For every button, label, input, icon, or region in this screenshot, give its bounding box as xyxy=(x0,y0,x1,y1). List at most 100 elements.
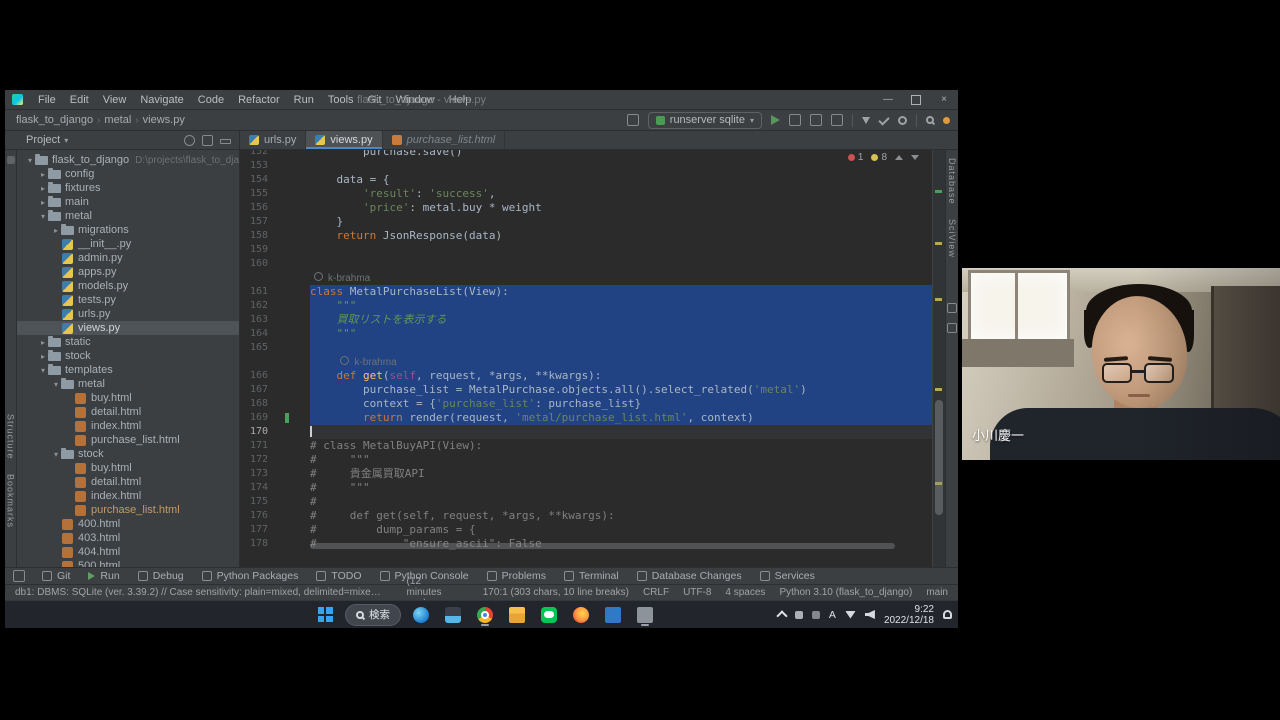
menu-tools[interactable]: Tools xyxy=(321,94,361,106)
tool-problems[interactable]: Problems xyxy=(478,568,555,584)
tree-item-admin.py[interactable]: admin.py xyxy=(17,251,239,265)
volume-icon[interactable] xyxy=(865,610,875,619)
code-line[interactable]: 161class MetalPurchaseList(View): xyxy=(240,285,945,299)
tree-item-403.html[interactable]: 403.html xyxy=(17,531,239,545)
tray-app-icon[interactable] xyxy=(812,611,820,619)
git-history-button[interactable] xyxy=(898,116,907,125)
tree-chevron-icon[interactable]: ▾ xyxy=(51,380,61,389)
tool-todo[interactable]: TODO xyxy=(307,568,370,584)
code-line[interactable]: 158 return JsonResponse(data) xyxy=(240,229,945,243)
tree-item-purchase_list.html[interactable]: purchase_list.html xyxy=(17,433,239,447)
tree-chevron-icon[interactable]: ▾ xyxy=(25,156,35,165)
tab-views.py[interactable]: views.py xyxy=(306,131,382,149)
code-line[interactable]: 153 xyxy=(240,159,945,173)
menu-run[interactable]: Run xyxy=(287,94,321,106)
tree-item-migrations[interactable]: ▸migrations xyxy=(17,223,239,237)
hide-panel-icon[interactable] xyxy=(220,139,231,144)
tree-chevron-icon[interactable]: ▸ xyxy=(38,338,48,347)
tree-item-tests.py[interactable]: tests.py xyxy=(17,293,239,307)
update-indicator-icon[interactable] xyxy=(943,117,950,124)
tree-chevron-icon[interactable]: ▸ xyxy=(38,170,48,179)
locate-file-icon[interactable] xyxy=(184,135,195,146)
stripe-button-icon[interactable] xyxy=(947,323,957,333)
status-item[interactable]: Python 3.10 (flask_to_django) xyxy=(779,587,912,598)
ime-indicator[interactable]: A xyxy=(829,609,836,621)
tree-item-detail.html[interactable]: detail.html xyxy=(17,475,239,489)
tool-run[interactable]: Run xyxy=(79,568,128,584)
code-line[interactable]: 152 purchase.save() xyxy=(240,150,945,159)
project-panel-header[interactable]: Project ▾ xyxy=(17,131,240,149)
code-line[interactable]: 155 'result': 'success', xyxy=(240,187,945,201)
gear-icon[interactable] xyxy=(202,135,213,146)
git-commit-button[interactable] xyxy=(878,114,889,125)
maximize-button[interactable] xyxy=(902,90,930,109)
tool-database-changes[interactable]: Database Changes xyxy=(628,568,751,584)
tool-git[interactable]: Git xyxy=(33,568,79,584)
code-line[interactable]: 177# dump_params = { xyxy=(240,523,945,537)
code-editor[interactable]: 152 purchase.save()153154 data = {155 'r… xyxy=(240,150,945,567)
tree-item-buy.html[interactable]: buy.html xyxy=(17,391,239,405)
database-status[interactable]: db1: DBMS: SQLite (ver. 3.39.2) // Case … xyxy=(15,587,383,598)
tree-item-config[interactable]: ▸config xyxy=(17,167,239,181)
tool-python-packages[interactable]: Python Packages xyxy=(193,568,308,584)
taskbar-search[interactable]: 検索 xyxy=(345,604,401,626)
tree-item-fixtures[interactable]: ▸fixtures xyxy=(17,181,239,195)
code-line[interactable]: 176# def get(self, request, *args, **kwa… xyxy=(240,509,945,523)
tool-stripe-bookmarks[interactable]: Bookmarks xyxy=(6,474,16,528)
error-stripe[interactable] xyxy=(932,150,945,567)
tree-item-purchase_list.html[interactable]: purchase_list.html xyxy=(17,503,239,517)
tool-stripe-database[interactable]: Database xyxy=(947,158,957,205)
tab-purchase_list.html[interactable]: purchase_list.html xyxy=(383,131,506,149)
tree-item-static[interactable]: ▸static xyxy=(17,335,239,349)
git-update-button[interactable] xyxy=(862,117,870,124)
code-line[interactable]: 165 xyxy=(240,341,945,355)
code-inlay-row[interactable]: k-brahma xyxy=(240,355,945,369)
tree-item-index.html[interactable]: index.html xyxy=(17,489,239,503)
explorer-taskbar-button[interactable] xyxy=(505,603,529,627)
stripe-mark[interactable] xyxy=(935,298,942,301)
code-line[interactable]: 175# xyxy=(240,495,945,509)
coverage-button[interactable] xyxy=(810,114,822,126)
prev-problem-icon[interactable] xyxy=(895,155,903,160)
tray-app-icon[interactable] xyxy=(795,611,803,619)
tree-item-400.html[interactable]: 400.html xyxy=(17,517,239,531)
tree-item-detail.html[interactable]: detail.html xyxy=(17,405,239,419)
menu-navigate[interactable]: Navigate xyxy=(133,94,190,106)
stripe-mark[interactable] xyxy=(935,190,942,193)
tree-item-404.html[interactable]: 404.html xyxy=(17,545,239,559)
tool-stripe-sciview[interactable]: SciView xyxy=(947,219,957,258)
display-taskbar-button[interactable] xyxy=(601,603,625,627)
chrome-taskbar-button[interactable] xyxy=(473,603,497,627)
tool-services[interactable]: Services xyxy=(751,568,824,584)
tree-item-__init__.py[interactable]: __init__.py xyxy=(17,237,239,251)
code-line[interactable]: 156 'price': metal.buy * weight xyxy=(240,201,945,215)
code-line[interactable]: 160 xyxy=(240,257,945,271)
code-line[interactable]: 168 context = {'purchase_list': purchase… xyxy=(240,397,945,411)
title-bar[interactable]: FileEditViewNavigateCodeRefactorRunTools… xyxy=(5,90,958,110)
toolwindow-switcher-icon[interactable] xyxy=(13,570,25,582)
stripe-mark[interactable] xyxy=(935,388,942,391)
inspections-widget[interactable]: 1 8 xyxy=(844,152,923,163)
tree-item-main[interactable]: ▸main xyxy=(17,195,239,209)
vertical-scrollbar[interactable] xyxy=(935,400,943,515)
device-icon[interactable] xyxy=(627,114,639,126)
status-item[interactable]: 4 spaces xyxy=(725,587,765,598)
run-config-selector[interactable]: runserver sqlite ▾ xyxy=(648,112,762,129)
horizontal-scrollbar[interactable] xyxy=(310,543,895,549)
tree-item-stock[interactable]: ▾stock xyxy=(17,447,239,461)
tree-chevron-icon[interactable]: ▸ xyxy=(38,352,48,361)
minimize-button[interactable]: — xyxy=(874,90,902,109)
code-line[interactable]: 173# 貴金属買取API xyxy=(240,467,945,481)
start-button[interactable] xyxy=(313,603,337,627)
stripe-mark[interactable] xyxy=(935,242,942,245)
menu-file[interactable]: File xyxy=(31,94,63,106)
status-item[interactable]: CRLF xyxy=(643,587,669,598)
tree-item-apps.py[interactable]: apps.py xyxy=(17,265,239,279)
code-inlay-row[interactable]: k-brahma xyxy=(240,271,945,285)
breadcrumb-item[interactable]: flask_to_django xyxy=(13,114,96,126)
tree-item-metal[interactable]: ▾metal xyxy=(17,377,239,391)
code-line[interactable]: 169 return render(request, 'metal/purcha… xyxy=(240,411,945,425)
menu-code[interactable]: Code xyxy=(191,94,231,106)
status-item[interactable]: main xyxy=(926,587,948,598)
tree-item-stock[interactable]: ▸stock xyxy=(17,349,239,363)
